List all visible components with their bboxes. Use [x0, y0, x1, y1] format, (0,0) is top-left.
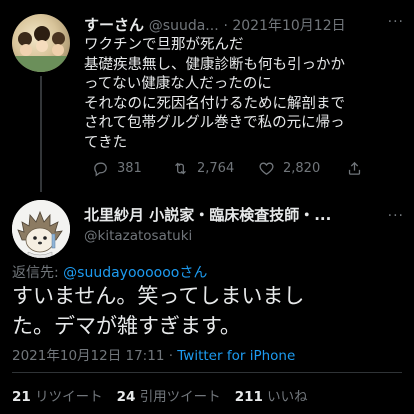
tweet-text-line: てきた: [84, 134, 128, 151]
tweet-text-line: それなのに死因名付けるために解剖まで: [84, 95, 345, 112]
share-icon: [348, 161, 361, 175]
tweet-actions: 381 2,764 2,820: [84, 160, 410, 182]
replying-to: 返信先: @suudayooooooさん: [12, 262, 207, 282]
tweet-reply-focused[interactable]: 北里紗月 小説家・臨床検査技師・... @kitazatosatuki ··· …: [0, 192, 414, 414]
quotes-stat[interactable]: 24 引用ツイート: [117, 389, 221, 405]
like-button[interactable]: 2,820: [258, 160, 320, 177]
quotes-stat-label: 引用ツイート: [139, 389, 221, 405]
display-name[interactable]: 北里紗月 小説家・臨床検査技師・...: [84, 204, 331, 225]
tweet-date[interactable]: 2021年10月12日: [232, 18, 345, 34]
likes-stat-label: いいね: [267, 389, 308, 405]
quotes-stat-count: 24: [116, 389, 136, 405]
retweets-stat[interactable]: 21 リツイート: [12, 389, 103, 405]
tweet-text: すいません。笑ってしまいまし た。デマが雑すぎます。: [12, 281, 412, 341]
share-button[interactable]: [346, 160, 363, 177]
user-avatar[interactable]: [12, 14, 70, 72]
hedgehog-avatar-icon: [12, 200, 70, 258]
user-handle[interactable]: @suuda...: [149, 18, 219, 34]
thread-line: [40, 76, 42, 192]
tweet-text-line: た。デマが雑すぎます。: [12, 314, 241, 338]
likes-stat[interactable]: 211 いいね: [235, 389, 308, 405]
retweet-button[interactable]: 2,764: [172, 160, 234, 177]
tweet-timestamp[interactable]: 2021年10月12日 17:11 ·: [12, 348, 177, 364]
tweet-original[interactable]: すーさん @suuda... · 2021年10月12日 ··· ワクチンで旦那…: [0, 0, 414, 192]
tweet-header: すーさん @suuda... · 2021年10月12日: [84, 16, 346, 34]
retweet-icon: [175, 162, 186, 175]
heart-icon: [259, 162, 274, 175]
tweet-text: ワクチンで旦那が死んだ 基礎疾患無し、健康診断も何も引っかか ってない健康な人だ…: [84, 36, 410, 153]
tweet-text-line: すいません。笑ってしまいまし: [12, 284, 305, 308]
tweet-text-line: 基礎疾患無し、健康診断も何も引っかか: [84, 56, 345, 73]
reply-icon: [94, 162, 107, 177]
retweets-stat-label: リツイート: [35, 389, 103, 405]
retweet-count: 2,764: [197, 161, 235, 176]
like-count: 2,820: [283, 161, 321, 176]
tweet-meta: 2021年10月12日 17:11 · Twitter for iPhone: [12, 344, 295, 364]
more-options-icon[interactable]: ···: [388, 14, 404, 30]
replying-to-suffix: さん: [179, 265, 208, 281]
reply-button[interactable]: 381: [92, 160, 142, 177]
replying-to-handle[interactable]: @suudayoooooo: [63, 265, 179, 281]
tweet-text-line: されて包帯グルグル巻きで私の元に帰っ: [84, 115, 345, 131]
tweet-text-line: ワクチンで旦那が死んだ: [84, 37, 244, 53]
display-name[interactable]: すーさん: [84, 16, 144, 34]
more-options-icon[interactable]: ···: [388, 208, 404, 224]
user-handle[interactable]: @kitazatosatuki: [84, 228, 192, 244]
user-avatar[interactable]: [12, 200, 70, 258]
retweets-stat-count: 21: [12, 389, 31, 405]
reply-count: 381: [117, 161, 142, 176]
engagement-stats: 21 リツイート 24 引用ツイート 211 いいね: [12, 385, 308, 405]
replying-to-label: 返信先:: [12, 265, 64, 281]
divider: [12, 372, 402, 373]
likes-stat-count: 211: [234, 389, 263, 405]
tweet-text-line: ってない健康な人だったのに: [84, 76, 272, 92]
tweet-source-link[interactable]: Twitter for iPhone: [177, 348, 295, 364]
